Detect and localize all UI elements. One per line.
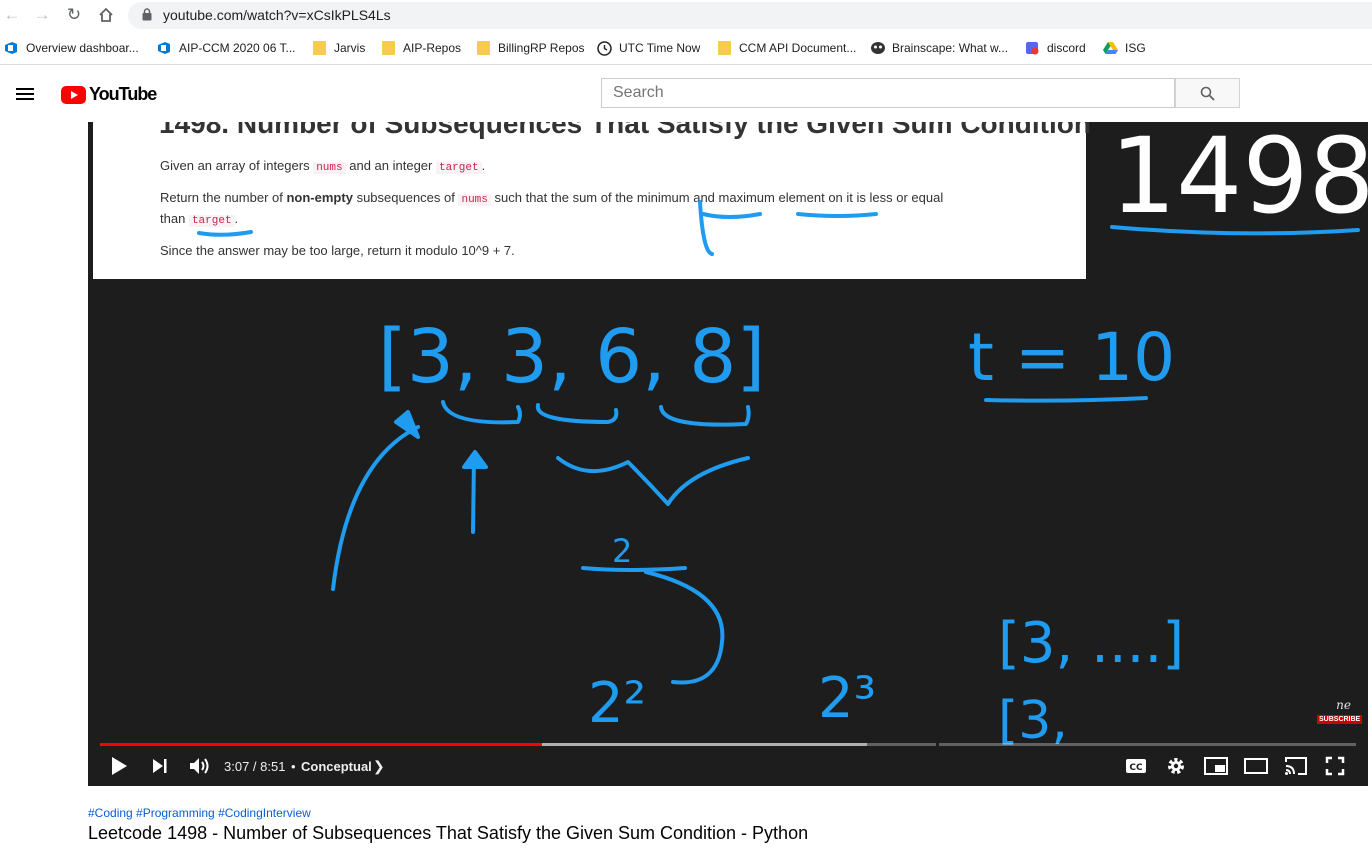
search-input[interactable]: Search [601, 78, 1175, 108]
svg-text:CC: CC [1129, 763, 1143, 773]
bookmark-utc-time-now[interactable]: UTC Time Now [597, 39, 700, 57]
bookmark-aip-ccm[interactable]: AIP-CCM 2020 06 T... [157, 39, 296, 57]
search-placeholder: Search [613, 84, 664, 101]
bookmark-label: AIP-Repos [403, 41, 462, 55]
doc-underline-minimum [698, 200, 714, 256]
youtube-logo-text: YouTube [89, 84, 157, 104]
bookmark-aip-repos[interactable]: AIP-Repos [382, 39, 461, 57]
youtube-header: YouTube Search [0, 65, 1372, 122]
handwritten-array: [3, 3, 6, 8] [378, 314, 765, 400]
handwritten-power-2-2: 2² [588, 671, 646, 736]
fullscreen-icon[interactable] [1323, 754, 1347, 778]
channel-watermark-logo: ne [1336, 698, 1351, 712]
address-bar[interactable]: youtube.com/watch?v=xCsIkPLS4Ls [128, 2, 1372, 29]
bookmark-label: Overview dashboar... [26, 41, 139, 55]
bookmark-label: ISG [1125, 41, 1146, 55]
video-player[interactable]: 1498. Number of Subsequences That Satisf… [88, 122, 1368, 786]
chapter-title[interactable]: Conceptual [301, 759, 372, 774]
subscribe-watermark[interactable]: ne SUBSCRIBE [1317, 698, 1363, 724]
bookmark-jarvis[interactable]: Jarvis [313, 39, 365, 57]
handwritten-count: 2 [612, 532, 632, 570]
clock-icon [597, 41, 612, 56]
miniplayer-icon[interactable] [1203, 754, 1229, 778]
subscribe-watermark-label: SUBSCRIBE [1317, 715, 1363, 724]
bookmark-label: Brainscape: What w... [892, 41, 1009, 55]
back-arrow-icon[interactable]: ← [2, 5, 22, 25]
play-icon[interactable] [108, 754, 130, 778]
search-icon [1200, 86, 1215, 101]
bookmark-label: BillingRP Repos [498, 41, 585, 55]
forward-arrow-icon[interactable]: → [32, 5, 52, 25]
bookmark-label: Jarvis [334, 41, 366, 55]
azure-devops-icon [157, 41, 171, 55]
bookmark-overview-dashboard[interactable]: Overview dashboar... [4, 39, 139, 57]
time-separator: • [291, 759, 296, 774]
bookmark-label: discord [1047, 41, 1086, 55]
handwriting-layer: [3, 3, 6, 8] t = 10 2 2² 2³ [3, ....] [3… [197, 122, 1368, 751]
discord-icon [1025, 41, 1039, 55]
browser-toolbar: ← → ↻ youtube.com/watch?v=xCsIkPLS4Ls [0, 0, 1372, 31]
handwritten-subsequence-2: [3, [998, 691, 1068, 751]
settings-gear-icon[interactable] [1164, 754, 1188, 778]
video-hashtags[interactable]: #Coding #Programming #CodingInterview [88, 806, 311, 820]
azure-devops-icon [4, 41, 18, 55]
handwritten-target: t = 10 [968, 319, 1175, 396]
brainscape-icon [870, 41, 885, 55]
player-controls: 3:07 / 8:51 • Conceptual ❯ CC [88, 746, 1368, 786]
search-button[interactable] [1175, 78, 1240, 108]
bookmarks-bar: Overview dashboar... AIP-CCM 2020 06 T..… [0, 31, 1372, 65]
video-title: Leetcode 1498 - Number of Subsequences T… [88, 823, 809, 843]
folder-icon [382, 41, 395, 55]
handwritten-subsequence-1: [3, ....] [998, 611, 1184, 676]
handwritten-power-2-3: 2³ [818, 666, 876, 731]
bookmark-label: CCM API Document... [739, 41, 857, 55]
url-text: youtube.com/watch?v=xCsIkPLS4Ls [163, 7, 391, 23]
folder-icon [313, 41, 326, 55]
handwritten-problem-number: 1498 [1110, 122, 1368, 237]
menu-icon[interactable] [16, 88, 34, 100]
lock-icon[interactable] [142, 8, 152, 26]
youtube-play-logo-icon [61, 85, 86, 104]
folder-icon [718, 41, 731, 55]
volume-icon[interactable] [187, 754, 213, 778]
bookmark-label: UTC Time Now [619, 41, 701, 55]
reload-icon[interactable]: ↻ [64, 5, 84, 25]
bookmark-label: AIP-CCM 2020 06 T... [179, 41, 296, 55]
youtube-logo[interactable]: YouTube [61, 84, 157, 105]
bookmark-isg[interactable]: ISG [1103, 39, 1146, 57]
time-display: 3:07 / 8:51 [224, 759, 286, 774]
next-icon[interactable] [148, 754, 170, 778]
bookmark-brainscape[interactable]: Brainscape: What w... [870, 39, 1008, 57]
google-drive-icon [1103, 41, 1118, 55]
bookmark-billingrp-repos[interactable]: BillingRP Repos [477, 39, 585, 57]
bookmark-discord[interactable]: discord [1025, 39, 1086, 57]
bookmark-ccm-api-document[interactable]: CCM API Document... [718, 39, 856, 57]
folder-icon [477, 41, 490, 55]
cast-icon[interactable] [1283, 754, 1309, 778]
closed-captions-icon[interactable]: CC [1124, 754, 1148, 778]
chevron-right-icon[interactable]: ❯ [373, 758, 385, 775]
theater-mode-icon[interactable] [1243, 754, 1269, 778]
home-icon[interactable] [96, 5, 116, 25]
